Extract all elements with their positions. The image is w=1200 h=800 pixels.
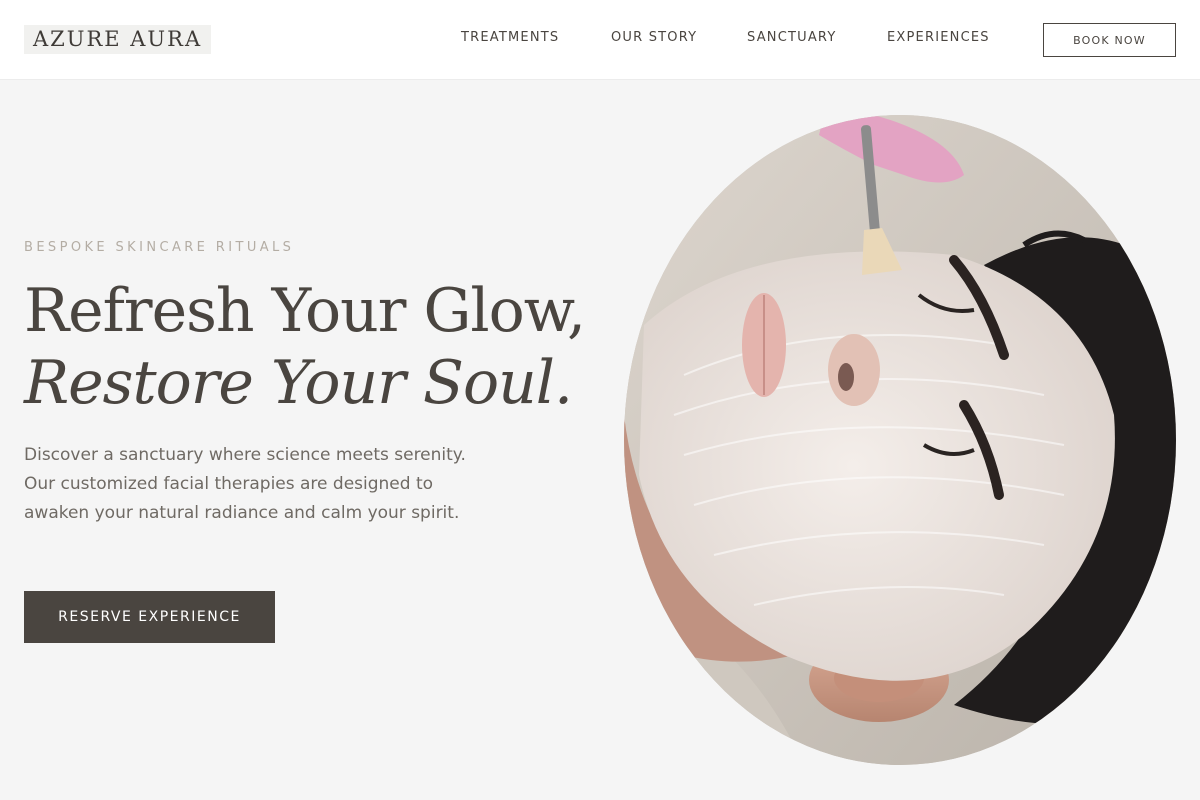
book-now-button[interactable]: BOOK NOW [1043,23,1176,57]
reserve-experience-button[interactable]: RESERVE EXPERIENCE [24,591,275,643]
hero-description: Discover a sanctuary where science meets… [24,445,466,523]
hero-headline-line2: Restore Your Soul. [24,348,573,418]
site-header: AZURE AURA TREATMENTS OUR STORY SANCTUAR… [0,0,1200,80]
nav-item-our-story[interactable]: OUR STORY [611,30,697,45]
brand-logo[interactable]: AZURE AURA [24,25,212,54]
hero-headline-line1: Refresh Your Glow, [24,276,586,346]
hero-eyebrow: BESPOKE SKINCARE RITUALS [24,240,295,255]
hero-facial-photo [624,115,1176,765]
nav-item-sanctuary[interactable]: SANCTUARY [747,30,836,45]
nav-item-treatments[interactable]: TREATMENTS [461,30,559,45]
nav-item-experiences[interactable]: EXPERIENCES [887,30,990,45]
hero-headline: Refresh Your Glow, Restore Your Soul. [24,275,586,419]
